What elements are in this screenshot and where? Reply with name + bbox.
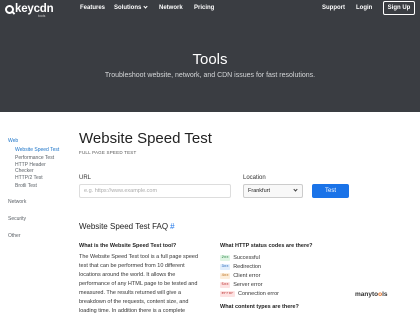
sidebar-item-http2-test[interactable]: HTTP/2 Test xyxy=(15,175,68,182)
status-code-label: Redirection xyxy=(233,263,262,270)
sidebar-item-brotli-test[interactable]: Brotli Test xyxy=(15,183,68,190)
location-value: Frankfurt xyxy=(248,188,271,194)
faq-right-column: What HTTP status codes are there? 2xx Su… xyxy=(220,243,340,310)
page-subtitle: FULL PAGE SPEED TEST xyxy=(79,150,137,155)
sidebar-item-http-header-checker[interactable]: Checker xyxy=(15,168,68,175)
manytools-badge[interactable]: manytools xyxy=(355,291,388,298)
nav-solutions-label: Solutions xyxy=(114,5,142,11)
nav-features[interactable]: Features xyxy=(80,0,105,18)
logo-search-icon xyxy=(5,4,14,14)
sidebar-group-web[interactable]: Web xyxy=(8,138,68,144)
faq-question-tool: What is the Website Speed Test tool? xyxy=(79,243,177,249)
status-code-badge: 2xx xyxy=(220,254,231,261)
hero-banner: Tools Troubleshoot website, network, and… xyxy=(0,18,420,112)
faq-left-column: What is the Website Speed Test tool? The… xyxy=(79,243,201,315)
manytools-text-left: manyto xyxy=(355,291,379,298)
url-label: URL xyxy=(79,175,92,181)
status-code-row: 4xx Client error xyxy=(220,271,340,280)
chevron-down-icon xyxy=(293,187,298,192)
sidebar-group-security[interactable]: Security xyxy=(8,216,68,222)
main-header: Website Speed Test FULL PAGE SPEED TEST xyxy=(79,130,369,155)
nav-login[interactable]: Login xyxy=(356,0,372,18)
signup-button[interactable]: Sign Up xyxy=(383,1,415,15)
location-label: Location xyxy=(243,175,266,181)
hero-title: Tools xyxy=(192,51,228,68)
status-code-row: 2xx Successful xyxy=(220,253,340,262)
url-input[interactable]: e.g. https://www.example.com xyxy=(79,184,231,198)
page-title: Website Speed Test xyxy=(79,130,212,147)
hero-subtitle: Troubleshoot website, network, and CDN i… xyxy=(104,72,316,79)
chevron-down-icon xyxy=(143,4,148,9)
status-code-row: 5xx Server error xyxy=(220,280,340,289)
status-code-badge: error xyxy=(220,290,236,297)
test-button[interactable]: Test xyxy=(312,184,349,198)
nav-pricing[interactable]: Pricing xyxy=(194,0,214,18)
sidebar-group-network[interactable]: Network xyxy=(8,199,68,205)
top-navbar: keycdn tools Features Solutions Network … xyxy=(0,0,420,18)
status-code-badge: 3xx xyxy=(220,263,231,270)
logo-subtext: tools xyxy=(38,13,46,18)
status-code-label: Successful xyxy=(233,254,260,261)
faq-heading: Website Speed Test FAQ # xyxy=(79,222,175,231)
status-code-label: Client error xyxy=(233,272,261,279)
location-select[interactable]: Frankfurt xyxy=(243,184,303,198)
status-code-badge: 4xx xyxy=(220,272,231,279)
status-code-label: Connection error xyxy=(238,290,279,297)
sidebar-item-performance-test[interactable]: Performance Test xyxy=(15,155,68,162)
keycdn-logo[interactable]: keycdn tools xyxy=(5,1,54,18)
status-code-row: 3xx Redirection xyxy=(220,262,340,271)
nav-network[interactable]: Network xyxy=(159,0,183,18)
anchor-link[interactable]: # xyxy=(170,222,174,231)
sidebar-group-other[interactable]: Other xyxy=(8,233,68,239)
status-code-label: Server error xyxy=(233,281,263,288)
faq-question-content-types: What content types are there? xyxy=(220,304,299,310)
sidebar: Web Website Speed Test Performance Test … xyxy=(8,138,68,243)
nav-support[interactable]: Support xyxy=(322,0,345,18)
sidebar-item-website-speed-test[interactable]: Website Speed Test xyxy=(15,147,68,154)
nav-solutions[interactable]: Solutions xyxy=(114,0,148,18)
faq-heading-text: Website Speed Test FAQ xyxy=(79,222,169,231)
manytools-text-right: ls xyxy=(382,291,388,298)
faq-answer-tool: The Website Speed Test tool is a full pa… xyxy=(79,254,199,314)
status-code-badge: 5xx xyxy=(220,281,231,288)
logo-text: keycdn xyxy=(15,2,54,15)
faq-question-status-codes: What HTTP status codes are there? xyxy=(220,243,313,249)
status-code-row: error Connection error xyxy=(220,289,340,298)
